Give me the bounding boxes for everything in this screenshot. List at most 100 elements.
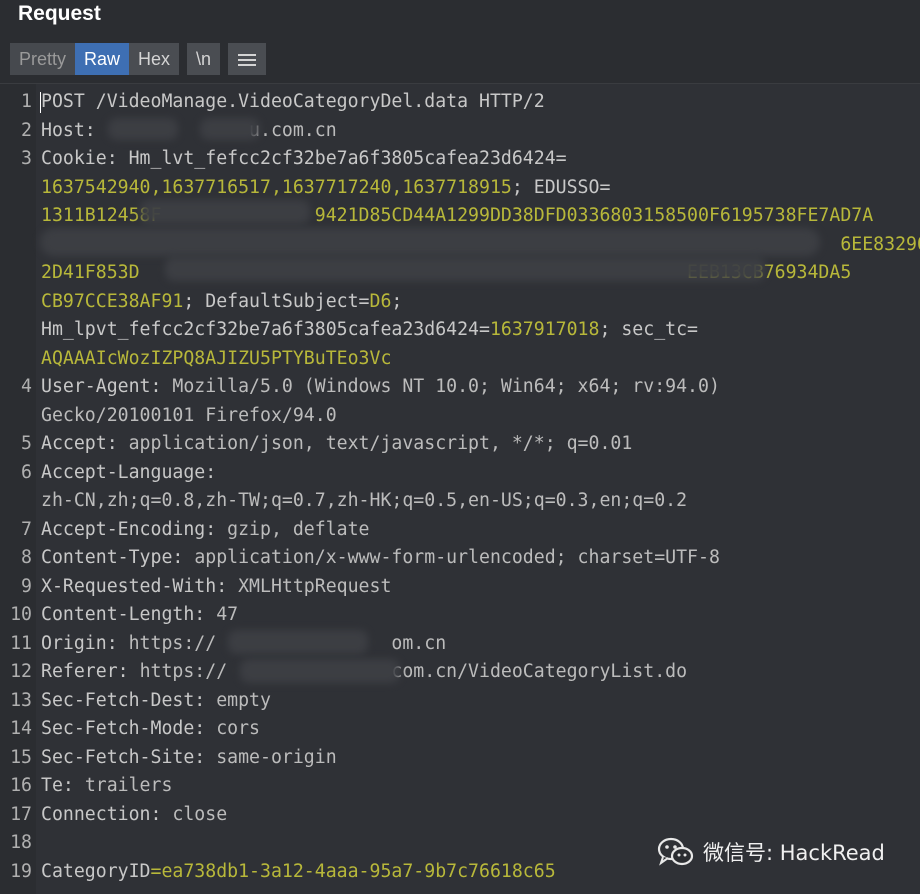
code-token: Gecko/20100101 Firefox/94.0 (41, 404, 337, 426)
line-content: X-Requested-With: XMLHttpRequest (41, 573, 391, 601)
code-token: Accept-Encoding: (41, 518, 228, 540)
tab-hex[interactable]: Hex (129, 43, 180, 75)
line-content: zh-CN,zh;q=0.8,zh-TW;q=0.7,zh-HK;q=0.5,e… (41, 487, 687, 515)
line-number: 18 (10, 832, 32, 853)
code-line: 14 Sec-Fetch-Mode: cors (0, 715, 920, 743)
tab-pretty[interactable]: Pretty (10, 43, 76, 75)
line-content: CategoryID=ea738db1-3a12-4aaa-95a7-9b7c7… (41, 858, 556, 886)
code-line: 4 User-Agent: Mozilla/5.0 (Windows NT 10.… (0, 373, 920, 401)
code-line: 9 X-Requested-With: XMLHttpRequest (0, 573, 920, 601)
redaction-blur (108, 118, 178, 140)
tab-raw[interactable]: Raw (75, 43, 130, 75)
line-number: 14 (10, 718, 32, 739)
code-token: same-origin (216, 746, 337, 768)
line-number: 10 (10, 604, 32, 625)
code-token: trailers (84, 775, 173, 796)
code-token: Cookie: (41, 148, 129, 169)
code-line: Gecko/20100101 Firefox/94.0 (0, 402, 920, 430)
line-content: Sec-Fetch-Site: same-origin (41, 744, 337, 772)
line-number: 3 (21, 148, 32, 169)
code-token: ; (391, 290, 403, 312)
line-content: 1637542940,1637716517,1637717240,1637718… (41, 174, 610, 202)
view-toolbar: Pretty Raw Hex \n (10, 43, 267, 75)
code-token: zh-CN,zh;q=0.8,zh-TW;q=0.7,zh-HK;q=0.5,e… (41, 490, 688, 511)
redaction-blur (200, 118, 260, 140)
code-line: Hm_lpvt_fefcc2cf32be7a6f3805cafea23d6424… (0, 316, 920, 344)
line-number: 15 (10, 746, 32, 768)
code-token: Host: (41, 119, 107, 141)
code-token: empty (216, 689, 271, 711)
code-token: XMLHttpRequest (238, 575, 392, 597)
redaction-blur (240, 659, 400, 683)
code-token: =ea738db1-3a12-4aaa-95a7-9b7c76618c65 (150, 860, 556, 882)
watermark: 微信号: HackRead (657, 836, 885, 868)
code-line: 17 Connection: close (0, 801, 920, 829)
request-editor[interactable]: 1 POST /VideoManage.VideoCategoryDel.data… (0, 83, 920, 894)
redaction-blur (165, 257, 765, 281)
code-token: ; EDUSSO= (511, 176, 611, 198)
line-number: 6 (21, 461, 32, 483)
code-token: application/json, text/javascript, */*; … (128, 433, 633, 454)
code-line: 1637542940,1637716517,1637717240,1637718… (0, 174, 920, 202)
code-line: 12 Referer: https:// com.cn/VideoCategory… (0, 658, 920, 686)
code-line: 8 Content-Type: application/x-www-form-ur… (0, 544, 920, 572)
code-line: 1 POST /VideoManage.VideoCategoryDel.data… (0, 88, 920, 116)
code-token: User-Agent: (41, 376, 173, 397)
line-content: POST /VideoManage.VideoCategoryDel.data … (41, 88, 545, 116)
line-number: 4 (21, 376, 32, 397)
code-line: 16 Te: trailers (0, 772, 920, 800)
code-line: 11 Origin: https:// om.cn (0, 630, 920, 658)
code-token: application/x-www-form-urlencoded; chars… (194, 547, 720, 568)
line-content: Connection: close (41, 801, 227, 829)
line-content: CB97CCE38AF91; DefaultSubject=D6; (41, 288, 402, 316)
code-line: 7 Accept-Encoding: gzip, deflate (0, 516, 920, 544)
code-token: cors (216, 718, 261, 739)
watermark-text: 微信号: HackRead (703, 841, 885, 865)
code-line: 6 Accept-Language: (0, 459, 920, 487)
code-line: 15 Sec-Fetch-Site: same-origin (0, 744, 920, 772)
code-token: ; sec_tc= (599, 319, 699, 340)
line-number: 11 (10, 632, 32, 654)
code-token: CB97CCE38AF91 (41, 290, 184, 312)
code-token: Content-Type: (41, 547, 195, 568)
code-token: Hm_lpvt_fefcc2cf32be7a6f3805cafea23d6424 (41, 319, 479, 340)
line-content: Content-Length: 47 (41, 601, 238, 629)
line-number: 7 (21, 518, 32, 540)
newline-toggle-button[interactable]: \n (187, 43, 221, 75)
line-content: Content-Type: application/x-www-form-url… (41, 544, 720, 572)
code-token: Mozilla/5.0 (Windows NT 10.0; Win64; x64… (172, 376, 720, 397)
line-number: 17 (10, 803, 32, 825)
code-token: = (555, 148, 567, 169)
code-token: Content-Length: (41, 604, 217, 625)
code-token: Accept-Language: (41, 461, 228, 483)
code-token: POST /VideoManage.VideoCategoryDel.data … (41, 91, 545, 112)
hamburger-menu-icon (238, 53, 257, 67)
line-content: Sec-Fetch-Dest: empty (41, 687, 271, 715)
code-token: AQAAAIcWozIZPQ8AJIZU5PTYBuTEo3Vc (41, 347, 392, 369)
code-token: close (172, 803, 228, 825)
redaction-blur (140, 200, 310, 224)
line-number: 16 (10, 775, 32, 796)
code-token: Sec-Fetch-Mode: (41, 718, 217, 739)
code-line: 1311B12458F 9421D85CD44A1299DD38DFD03368… (0, 202, 920, 230)
line-content: Accept-Language: (41, 459, 227, 487)
line-number: 19 (10, 860, 32, 882)
line-content: AQAAAIcWozIZPQ8AJIZU5PTYBuTEo3Vc (41, 345, 391, 373)
code-line: 13 Sec-Fetch-Dest: empty (0, 687, 920, 715)
code-token: gzip, deflate (227, 518, 370, 540)
code-token: Hm_lvt_fefcc2cf32be7a6f3805cafea23d6424 (128, 148, 556, 169)
code-line: 5 Accept: application/json, text/javascri… (0, 430, 920, 458)
code-token: = (479, 319, 490, 340)
code-token: ; DefaultSubject= (183, 290, 370, 312)
line-content: Accept-Encoding: gzip, deflate (41, 516, 370, 544)
options-menu-button[interactable] (228, 43, 267, 75)
code-token: X-Requested-With: (41, 575, 239, 597)
code-line: CB97CCE38AF91; DefaultSubject=D6; (0, 288, 920, 316)
line-number: 8 (21, 547, 32, 568)
line-content: Gecko/20100101 Firefox/94.0 (41, 402, 337, 430)
code-token: https:// com.cn/VideoCategoryList.do (139, 661, 688, 682)
line-number: 2 (21, 119, 32, 141)
wechat-icon (657, 837, 695, 867)
code-line: zh-CN,zh;q=0.8,zh-TW;q=0.7,zh-HK;q=0.5,e… (0, 487, 920, 515)
line-content: User-Agent: Mozilla/5.0 (Windows NT 10.0… (41, 373, 720, 401)
